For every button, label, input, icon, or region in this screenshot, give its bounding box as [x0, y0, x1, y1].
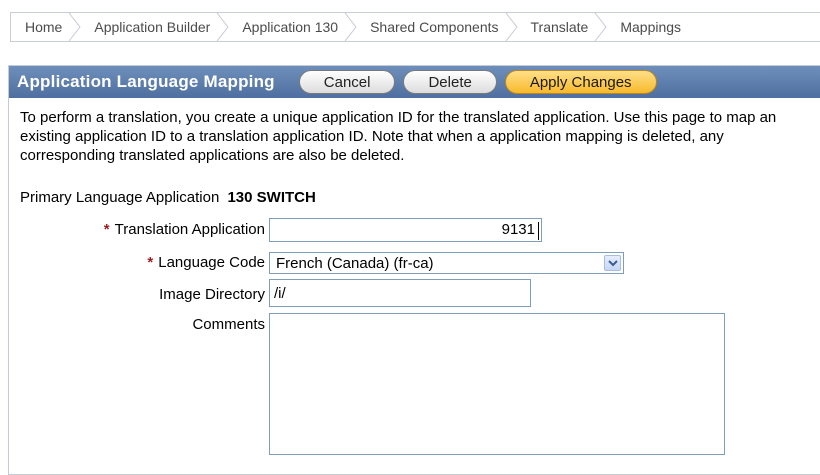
- text-cursor: [538, 222, 539, 240]
- required-marker: *: [103, 221, 110, 238]
- comments-row: Comments: [0, 316, 265, 336]
- region-header: Application Language Mapping Cancel Dele…: [9, 66, 820, 98]
- breadcrumb-shared-components[interactable]: Shared Components: [358, 13, 504, 41]
- breadcrumb-separator-icon: [68, 13, 81, 41]
- breadcrumb-home[interactable]: Home: [11, 13, 68, 41]
- translation-application-input[interactable]: 9131: [269, 218, 542, 242]
- breadcrumb-separator-icon: [344, 13, 357, 41]
- breadcrumb: Home Application Builder Application 130…: [10, 12, 820, 42]
- language-code-label: * Language Code: [147, 254, 265, 271]
- breadcrumb-application-builder[interactable]: Application Builder: [82, 13, 216, 41]
- image-directory-value: /i/: [274, 285, 286, 302]
- comments-textarea[interactable]: [269, 313, 725, 455]
- breadcrumb-translate[interactable]: Translate: [519, 13, 595, 41]
- language-code-select[interactable]: French (Canada) (fr-ca): [269, 252, 624, 274]
- region-title: Application Language Mapping: [17, 72, 275, 91]
- breadcrumb-separator-icon: [505, 13, 518, 41]
- language-code-value: French (Canada) (fr-ca): [276, 255, 434, 272]
- primary-language-value: 130 SWITCH: [227, 189, 316, 206]
- translation-application-text: Translation Application: [114, 221, 265, 238]
- translation-application-row: * Translation Application: [0, 218, 265, 242]
- primary-language-row: Primary Language Application 130 SWITCH: [20, 189, 316, 206]
- language-code-row: * Language Code: [0, 252, 265, 274]
- translation-application-label: * Translation Application: [104, 221, 265, 238]
- chevron-down-icon[interactable]: [604, 255, 621, 271]
- region-body: To perform a translation, you create a u…: [9, 98, 820, 165]
- breadcrumb-application-130[interactable]: Application 130: [230, 13, 344, 41]
- translation-application-value: 9131: [501, 221, 535, 238]
- language-code-text: Language Code: [158, 254, 265, 271]
- primary-language-label: Primary Language Application: [20, 189, 220, 206]
- comments-label: Comments: [192, 316, 265, 333]
- delete-button[interactable]: Delete: [403, 70, 497, 94]
- cancel-button[interactable]: Cancel: [298, 70, 396, 94]
- breadcrumb-separator-icon: [216, 13, 229, 41]
- breadcrumb-mappings: Mappings: [620, 19, 682, 35]
- instructions-text: To perform a translation, you create a u…: [20, 109, 777, 164]
- breadcrumb-separator-icon: [594, 13, 607, 41]
- required-marker: *: [147, 254, 154, 271]
- image-directory-input[interactable]: /i/: [269, 279, 531, 307]
- apply-changes-button[interactable]: Apply Changes: [504, 70, 657, 94]
- image-directory-label: Image Directory: [159, 286, 265, 303]
- image-directory-row: Image Directory: [0, 283, 265, 307]
